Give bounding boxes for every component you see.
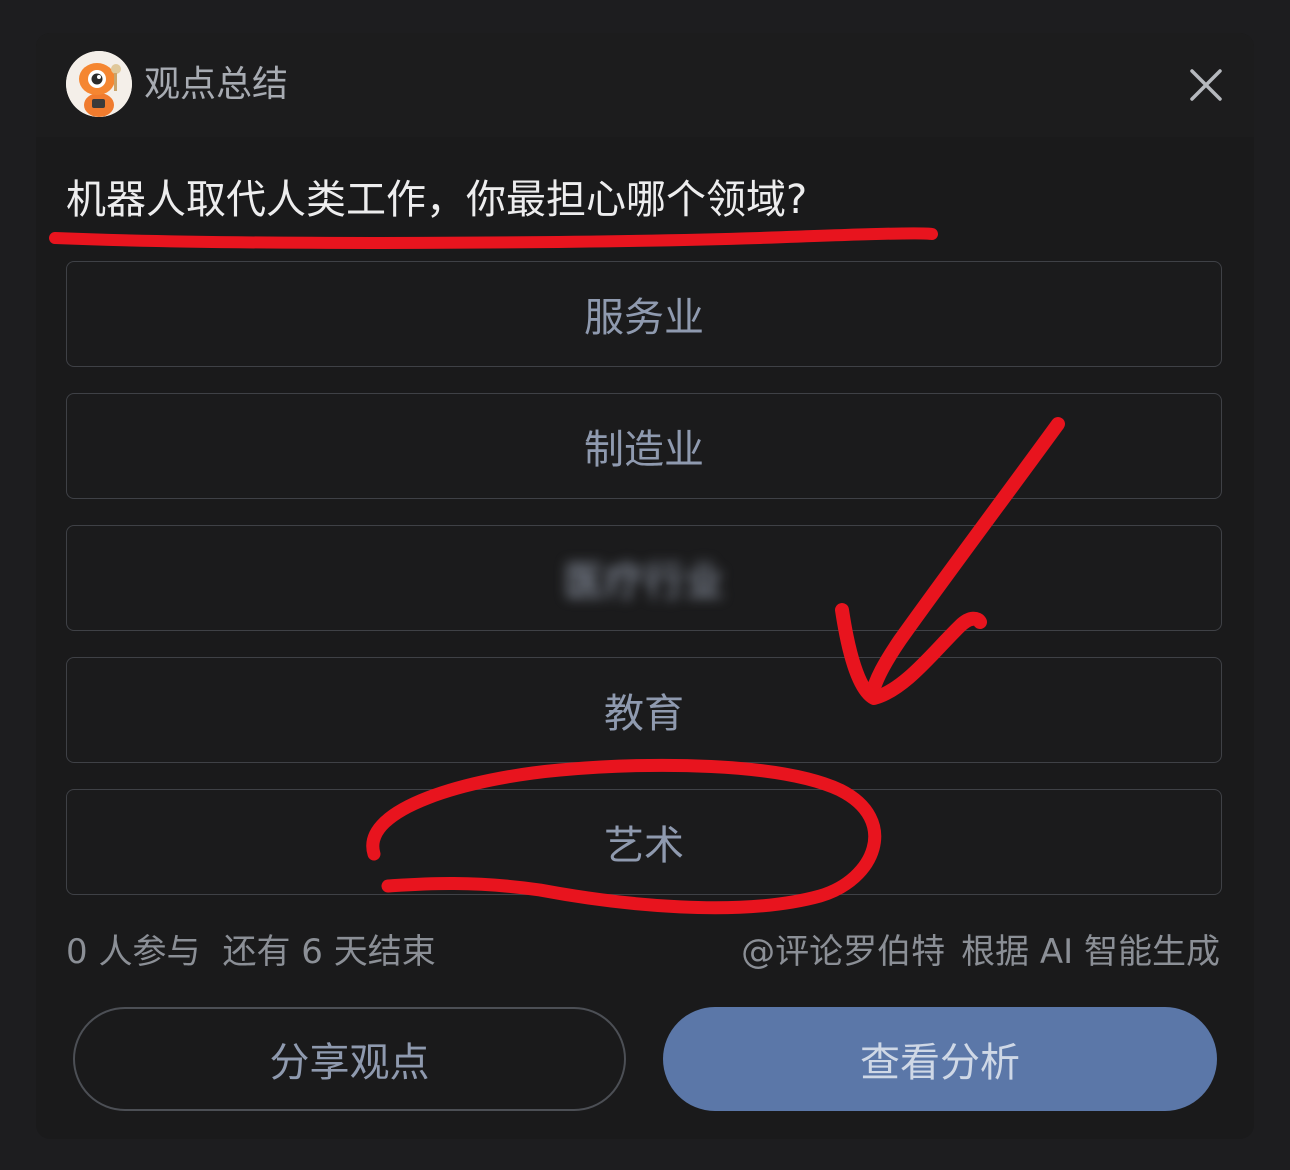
poll-card: 观点总结 机器人取代人类工作，你最担心哪个领域? 服务业 制造业 医疗行业 教育…: [36, 33, 1254, 1139]
poll-option-art[interactable]: 艺术: [66, 789, 1222, 895]
poll-option-label: 制造业: [584, 427, 704, 473]
poll-source: @评论罗伯特 根据 AI 智能生成: [741, 930, 1220, 974]
view-analysis-button[interactable]: 查看分析: [663, 1007, 1217, 1111]
robot-mascot-avatar: [66, 51, 132, 117]
source-mention[interactable]: @评论罗伯特: [741, 932, 945, 972]
poll-option-label: 医疗行业: [564, 559, 724, 605]
poll-option-blurred[interactable]: 医疗行业: [66, 525, 1222, 631]
poll-option-label: 艺术: [604, 823, 684, 869]
card-title: 观点总结: [144, 64, 289, 105]
share-opinion-label: 分享观点: [269, 1040, 430, 1086]
poll-option-service[interactable]: 服务业: [66, 261, 1222, 367]
close-icon[interactable]: [1182, 61, 1230, 109]
ai-generated-note: 根据 AI 智能生成: [961, 932, 1220, 972]
participant-count: 0 人参与: [66, 932, 201, 972]
share-opinion-button[interactable]: 分享观点: [73, 1007, 626, 1111]
time-remaining: 还有 6 天结束: [222, 932, 436, 972]
poll-question: 机器人取代人类工作，你最担心哪个领域?: [66, 177, 808, 223]
card-header: 观点总结: [36, 33, 1254, 137]
poll-option-label: 教育: [604, 691, 684, 737]
poll-option-education[interactable]: 教育: [66, 657, 1222, 763]
poll-option-manufacturing[interactable]: 制造业: [66, 393, 1222, 499]
poll-option-label: 服务业: [584, 295, 704, 341]
view-analysis-label: 查看分析: [860, 1040, 1020, 1086]
poll-stats: 0 人参与 还有 6 天结束: [66, 930, 436, 974]
close-button[interactable]: [1182, 61, 1230, 109]
